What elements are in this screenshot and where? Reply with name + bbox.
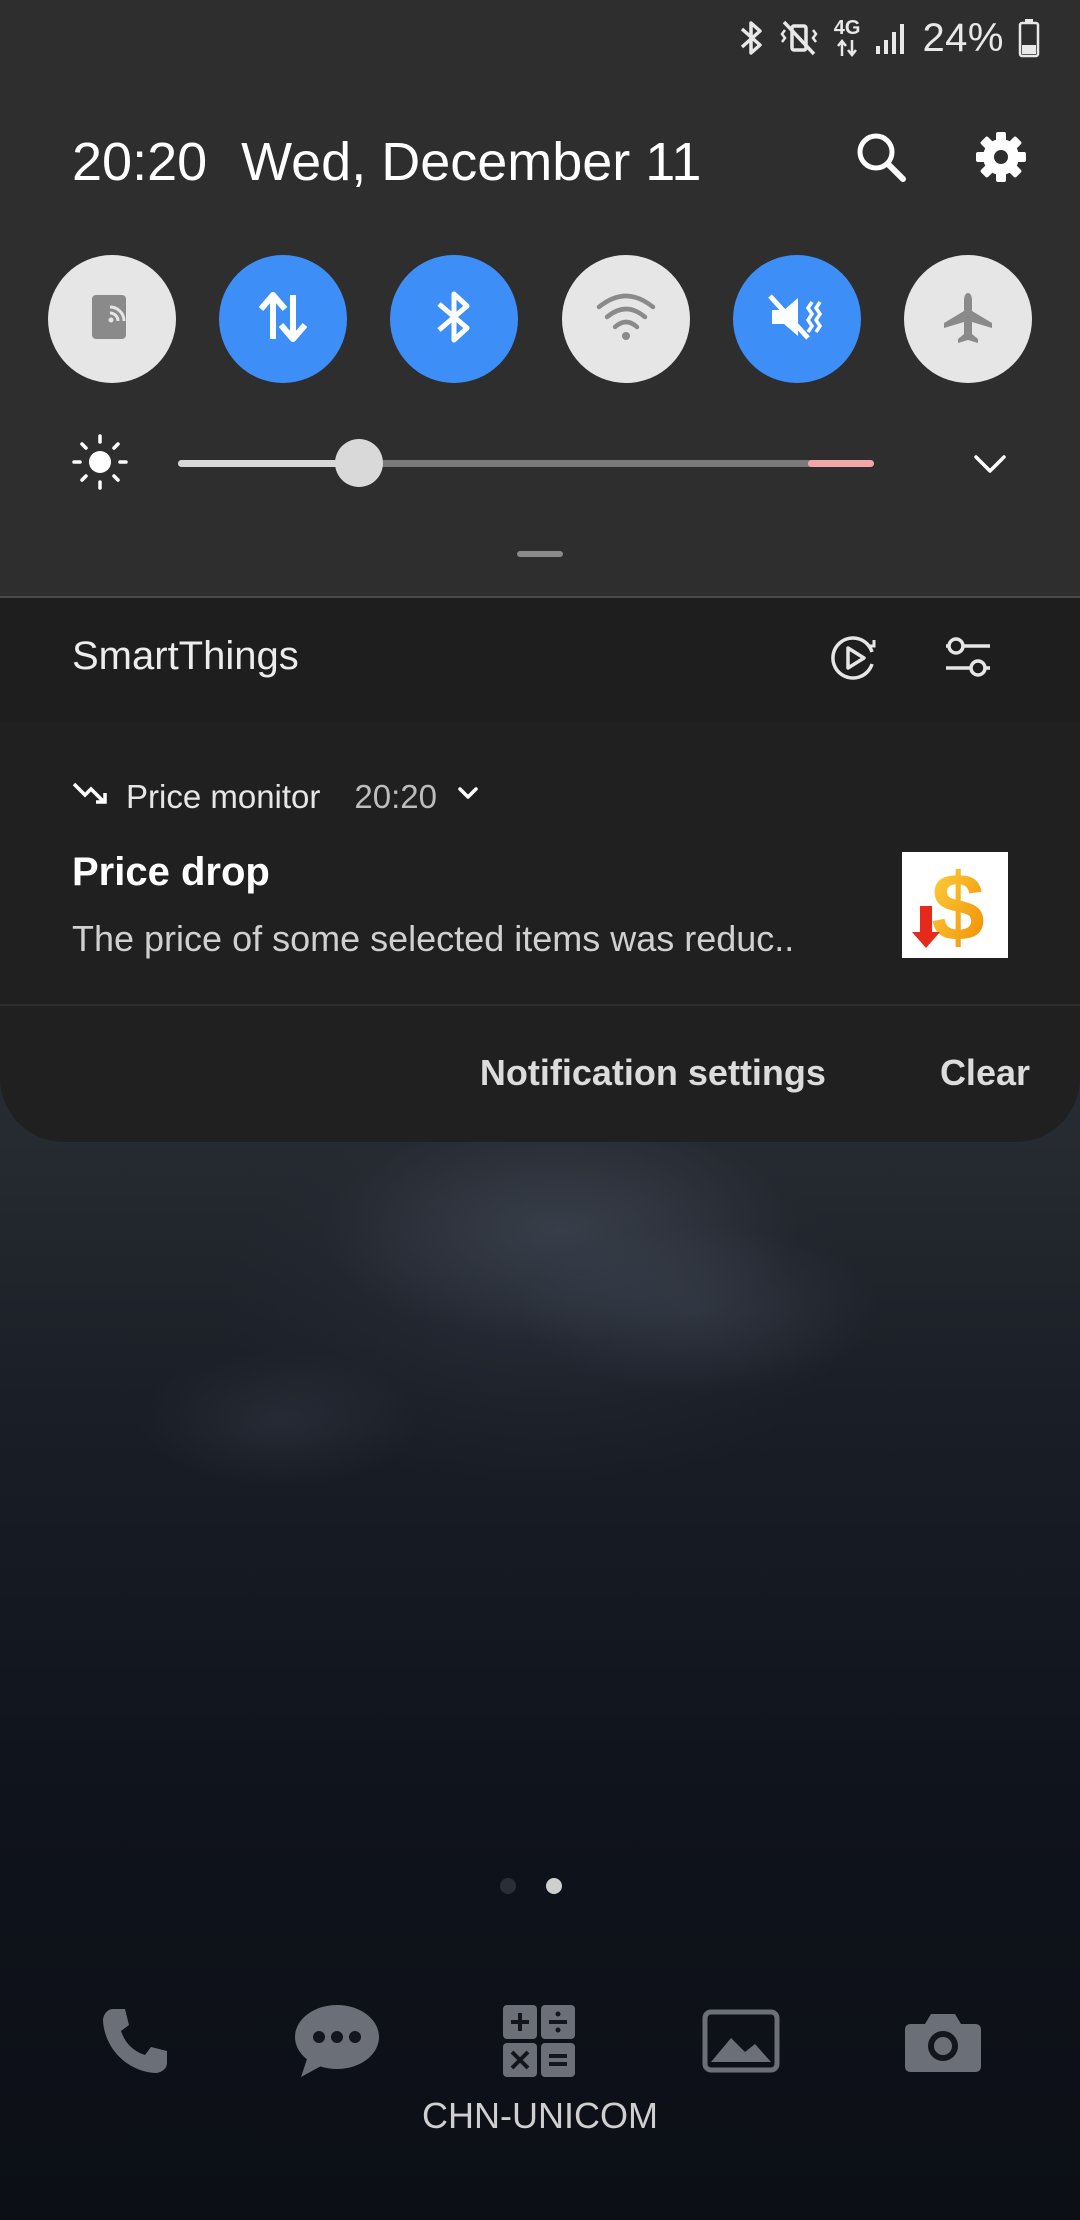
- chevron-down-icon[interactable]: [970, 444, 1010, 489]
- quick-panel: 4G 24% 20:20 Wed, December 11: [0, 0, 1080, 598]
- vibrate-icon: [764, 288, 830, 351]
- camera-icon[interactable]: [898, 1996, 988, 2086]
- trending-down-icon: [72, 778, 110, 816]
- device-settings-icon[interactable]: [942, 632, 994, 689]
- quick-settings-row: [48, 255, 1032, 383]
- notification-separator: [0, 1004, 1080, 1006]
- panel-date[interactable]: Wed, December 11: [241, 131, 701, 193]
- wifi-icon: [595, 291, 657, 348]
- qs-sound-mode[interactable]: [732, 255, 861, 383]
- brightness-slider-fill: [178, 460, 359, 467]
- media-output-icon[interactable]: [828, 632, 880, 689]
- 4g-data-icon: 4G: [833, 17, 861, 58]
- vibrate-mute-icon: [780, 18, 820, 58]
- home-dock: [0, 1996, 1080, 2086]
- calculator-icon[interactable]: [494, 1996, 584, 2086]
- panel-drag-handle[interactable]: [517, 551, 563, 557]
- qs-mobile-data[interactable]: [219, 255, 348, 383]
- notification-card[interactable]: Price monitor 20:20 Price drop The price…: [0, 722, 1080, 1142]
- status-bar: 4G 24%: [736, 10, 1040, 66]
- notification-title: Price drop: [72, 850, 270, 894]
- notification-actions: Notification settings Clear: [480, 1052, 1030, 1094]
- dollar-price-icon: $: [912, 854, 985, 961]
- page-dot-2[interactable]: [546, 1878, 562, 1894]
- carrier-label: CHN-UNICOM: [422, 2095, 658, 2136]
- bluetooth-icon: [736, 18, 766, 58]
- brightness-row: [70, 430, 1010, 494]
- brightness-slider-thumb[interactable]: [335, 439, 383, 487]
- panel-header-actions: [850, 126, 1032, 188]
- svg-text:$: $: [931, 854, 984, 958]
- cast-icon: [86, 291, 138, 348]
- gallery-icon[interactable]: [696, 1996, 786, 2086]
- qs-wifi[interactable]: [561, 255, 690, 383]
- qs-bluetooth[interactable]: [390, 255, 519, 383]
- settings-gear-icon[interactable]: [970, 126, 1032, 188]
- qs-smart-view[interactable]: [48, 255, 176, 383]
- brightness-slider[interactable]: [178, 439, 874, 487]
- network-type-label: 4G: [833, 17, 861, 39]
- mobile-data-icon: [253, 289, 313, 350]
- smartthings-row: SmartThings: [0, 598, 1080, 722]
- chevron-down-icon[interactable]: [453, 778, 483, 816]
- notification-text: The price of some selected items was red…: [72, 918, 795, 959]
- page-dot-1[interactable]: [500, 1878, 516, 1894]
- page-indicator: [500, 1878, 562, 1894]
- smartthings-actions: [828, 632, 994, 689]
- notification-thumbnail: $: [902, 852, 1008, 961]
- notification-settings-button[interactable]: Notification settings: [480, 1052, 826, 1094]
- search-icon[interactable]: [850, 126, 912, 188]
- airplane-icon: [940, 289, 996, 350]
- brightness-slider-end: [808, 460, 874, 467]
- sun-icon: [70, 432, 130, 497]
- bluetooth-icon: [431, 288, 477, 351]
- notification-header: Price monitor 20:20: [72, 778, 483, 816]
- clear-button[interactable]: Clear: [940, 1052, 1030, 1094]
- qs-airplane-mode[interactable]: [903, 255, 1032, 383]
- messages-icon[interactable]: [292, 1996, 382, 2086]
- signal-icon: [874, 20, 908, 56]
- battery-icon: [1018, 18, 1040, 58]
- notification-time: 20:20: [354, 778, 437, 815]
- phone-icon[interactable]: [90, 1996, 180, 2086]
- battery-percent: 24%: [922, 15, 1004, 60]
- notification-app-name: Price monitor: [126, 778, 321, 815]
- clock-date-row: 20:20 Wed, December 11: [72, 122, 701, 202]
- smartthings-label[interactable]: SmartThings: [72, 634, 299, 679]
- panel-clock: 20:20: [72, 132, 208, 192]
